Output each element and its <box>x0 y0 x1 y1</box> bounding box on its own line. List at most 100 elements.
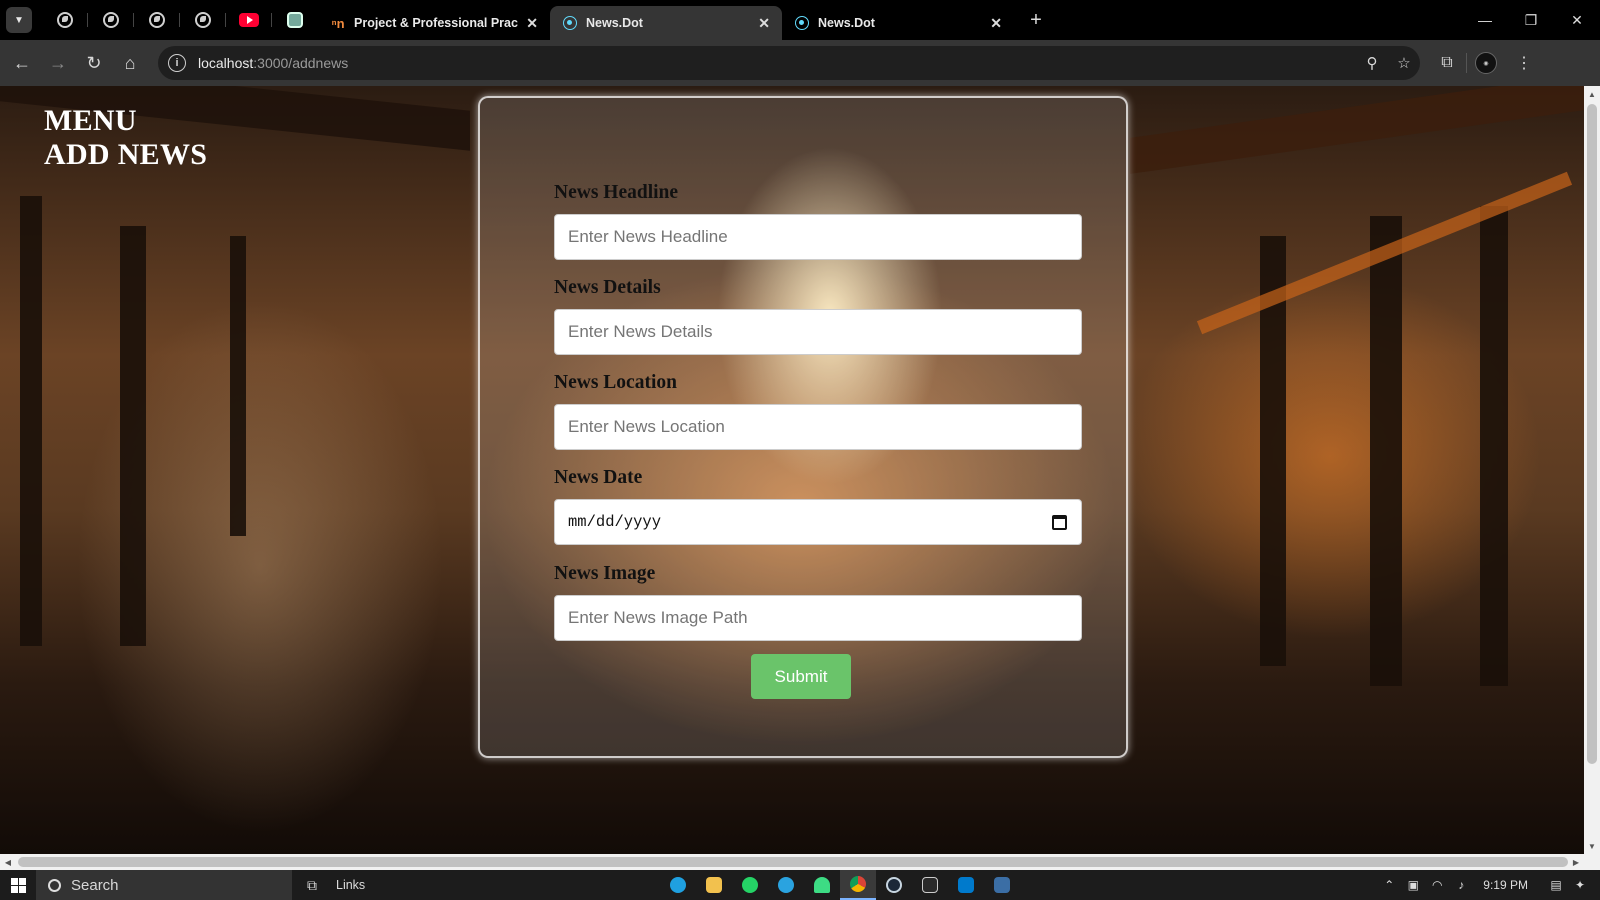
extensions-icon[interactable]: ⧉ <box>1428 54 1466 72</box>
date-field-group: News Date mm/dd/yyyy <box>554 467 1082 545</box>
address-bar[interactable]: i localhost:3000/addnews ⚲ ☆ <box>158 46 1420 80</box>
globe-icon <box>103 12 119 28</box>
chatgpt-icon <box>287 12 303 28</box>
taskbar-vscode[interactable] <box>948 870 984 900</box>
image-label: News Image <box>554 563 656 584</box>
date-value: mm/dd/yyyy <box>568 513 662 531</box>
url-host: localhost <box>198 55 254 71</box>
taskbar-epic-games[interactable] <box>912 870 948 900</box>
chevron-down-icon: ▼ <box>14 14 24 26</box>
vscode-icon <box>958 877 974 893</box>
folder-icon <box>706 877 722 893</box>
tab-news-dot[interactable]: News.Dot ✕ <box>782 6 1014 40</box>
pinned-tab-2[interactable] <box>88 0 134 40</box>
url-path: :3000/addnews <box>253 55 349 71</box>
copilot-icon[interactable]: ✦ <box>1568 878 1592 892</box>
forward-icon[interactable]: → <box>40 45 76 81</box>
tab-news-dot-active[interactable]: News.Dot ✕ <box>550 6 782 40</box>
site-info-icon[interactable]: i <box>168 54 186 72</box>
details-field-group: News Details Enter News Details <box>554 277 1082 355</box>
image-path-input[interactable]: Enter News Image Path <box>554 595 1082 641</box>
close-icon[interactable]: ✕ <box>526 15 538 32</box>
horizontal-scroll-thumb[interactable] <box>18 857 1568 867</box>
restore-icon[interactable]: ❐ <box>1508 12 1554 29</box>
taskbar-steam[interactable] <box>876 870 912 900</box>
scroll-down-icon[interactable]: ▼ <box>1584 838 1600 854</box>
notifications-icon[interactable]: ▤ <box>1544 878 1568 892</box>
tab-strip: ▼ ⁿn Project & Professional Practice ✕ N… <box>0 0 1600 40</box>
device-icon[interactable]: ▣ <box>1401 878 1425 892</box>
date-input[interactable]: mm/dd/yyyy <box>554 499 1082 545</box>
profile-avatar[interactable]: ◉ <box>1475 52 1497 74</box>
globe-icon <box>57 12 73 28</box>
headline-input[interactable]: Enter News Headline <box>554 214 1082 260</box>
tab-project-practice[interactable]: ⁿn Project & Professional Practice ✕ <box>318 6 550 40</box>
side-nav: MENU ADD NEWS <box>44 104 207 172</box>
location-label: News Location <box>554 372 677 393</box>
image-field-group: News Image Enter News Image Path <box>554 563 1082 641</box>
clock[interactable]: 9:19 PM <box>1483 878 1528 892</box>
minimize-icon[interactable]: — <box>1462 12 1508 28</box>
tab-title: News.Dot <box>818 16 875 30</box>
nav-menu-link[interactable]: MENU <box>44 104 207 138</box>
taskbar-file-explorer[interactable] <box>696 870 732 900</box>
taskbar-telegram[interactable] <box>768 870 804 900</box>
app-icon <box>994 877 1010 893</box>
close-icon[interactable]: ✕ <box>990 15 1002 32</box>
chrome-icon <box>850 876 866 892</box>
tn-icon: ⁿn <box>331 15 345 31</box>
headline-label: News Headline <box>554 182 679 203</box>
pinned-tab-youtube[interactable] <box>226 0 272 40</box>
telegram-icon <box>778 877 794 893</box>
tab-title: Project & Professional Practice <box>354 16 518 30</box>
links-toolbar[interactable]: Links <box>336 878 365 892</box>
youtube-icon <box>239 13 259 27</box>
epic-games-icon <box>922 877 938 893</box>
more-menu-icon[interactable]: ⋮ <box>1505 53 1543 73</box>
calendar-icon[interactable] <box>1052 514 1067 530</box>
volume-icon[interactable]: ♪ <box>1449 878 1473 892</box>
vertical-scroll-thumb[interactable] <box>1587 104 1597 764</box>
taskbar-app[interactable] <box>984 870 1020 900</box>
pinned-tab-1[interactable] <box>42 0 88 40</box>
scroll-up-icon[interactable]: ▲ <box>1584 86 1600 102</box>
close-window-icon[interactable]: ✕ <box>1554 12 1600 29</box>
home-icon[interactable]: ⌂ <box>112 45 148 81</box>
scroll-left-icon[interactable]: ◀ <box>0 854 16 870</box>
taskbar-search-label: Search <box>71 876 119 894</box>
new-tab-button[interactable]: + <box>1022 9 1050 32</box>
back-icon[interactable]: ← <box>4 45 40 81</box>
taskbar-chrome[interactable] <box>840 870 876 900</box>
globe-icon <box>149 12 165 28</box>
search-icon <box>48 878 61 892</box>
system-tray: ⌃ ▣ ◠ ♪ 9:19 PM ▤ ✦ <box>1377 870 1600 900</box>
task-view-icon[interactable]: ⧉ <box>292 877 332 894</box>
pinned-tabs <box>42 0 318 40</box>
taskbar-whatsapp[interactable] <box>732 870 768 900</box>
location-input[interactable]: Enter News Location <box>554 404 1082 450</box>
pinned-tab-3[interactable] <box>134 0 180 40</box>
horizontal-scrollbar[interactable]: ◀ ▶ <box>0 854 1600 870</box>
scroll-right-icon[interactable]: ▶ <box>1568 854 1584 870</box>
submit-button[interactable]: Submit <box>751 654 851 699</box>
chevron-up-icon[interactable]: ⌃ <box>1377 878 1401 892</box>
zoom-icon[interactable]: ⚲ <box>1356 54 1388 72</box>
whatsapp-icon <box>742 877 758 893</box>
details-input[interactable]: Enter News Details <box>554 309 1082 355</box>
steam-icon <box>886 877 902 893</box>
taskbar-edge[interactable] <box>660 870 696 900</box>
pinned-tab-chatgpt[interactable] <box>272 0 318 40</box>
reload-icon[interactable]: ↻ <box>76 45 112 81</box>
wifi-icon[interactable]: ◠ <box>1425 878 1449 892</box>
close-icon[interactable]: ✕ <box>758 15 770 32</box>
start-button[interactable] <box>0 877 36 893</box>
location-field-group: News Location Enter News Location <box>554 372 1082 450</box>
vertical-scrollbar[interactable]: ▲ ▼ <box>1584 86 1600 854</box>
tab-search-button[interactable]: ▼ <box>6 7 32 33</box>
taskbar-android-studio[interactable] <box>804 870 840 900</box>
nav-add-news-link[interactable]: ADD NEWS <box>44 138 207 172</box>
bookmark-star-icon[interactable]: ☆ <box>1388 54 1420 72</box>
pinned-tab-4[interactable] <box>180 0 226 40</box>
taskbar: Search ⧉ Links ⌃ ▣ ◠ ♪ 9:19 PM ▤ ✦ <box>0 870 1600 900</box>
taskbar-search[interactable]: Search <box>36 870 292 900</box>
